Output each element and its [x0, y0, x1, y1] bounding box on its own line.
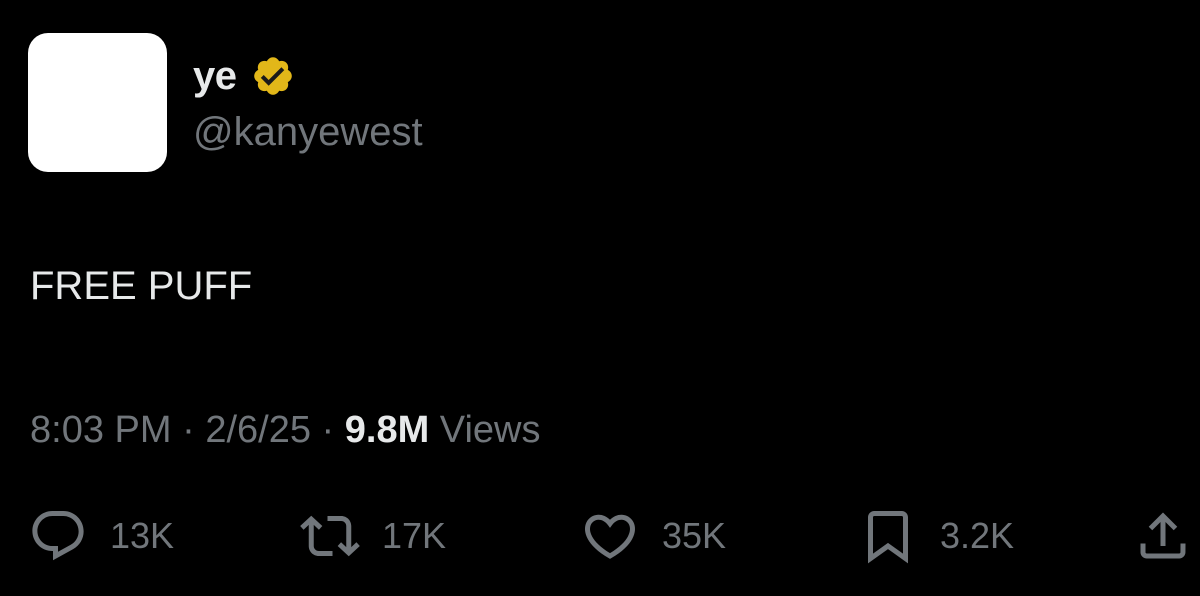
retweet-icon: [300, 515, 360, 557]
like-count: 35K: [662, 515, 727, 556]
meta-separator: ·: [321, 409, 335, 451]
tweet-date[interactable]: 2/6/25: [205, 409, 311, 451]
retweet-count: 17K: [382, 515, 447, 556]
views-count[interactable]: 9.8M: [345, 409, 429, 451]
bookmark-icon: [868, 511, 908, 564]
share-icon: [1140, 512, 1186, 559]
views-label: Views: [439, 409, 541, 451]
share-button[interactable]: [1133, 500, 1193, 572]
tweet: ye @kanyewest FREE PUFF 8:03 PM · 2/6/25…: [0, 0, 1200, 596]
bookmark-button[interactable]: 3.2K: [858, 500, 1014, 572]
like-button[interactable]: 35K: [580, 500, 726, 572]
verified-badge-icon[interactable]: [251, 54, 295, 98]
author-display-name[interactable]: ye: [193, 50, 237, 102]
author-handle[interactable]: @kanyewest: [193, 106, 423, 158]
retweet-button[interactable]: 17K: [300, 500, 446, 572]
avatar[interactable]: [28, 33, 167, 172]
action-bar: 13K 17K 35K 3.2K: [0, 500, 1200, 572]
tweet-time[interactable]: 8:03 PM: [30, 409, 172, 451]
reply-button[interactable]: 13K: [28, 500, 174, 572]
meta-separator: ·: [182, 409, 195, 451]
reply-count: 13K: [110, 515, 175, 556]
tweet-text: FREE PUFF: [30, 264, 253, 308]
author-name-row: ye: [193, 50, 295, 102]
bookmark-count: 3.2K: [940, 515, 1015, 556]
reply-icon: [32, 511, 84, 561]
heart-icon: [584, 514, 636, 559]
tweet-meta: 8:03 PM · 2/6/25 · 9.8M Views: [30, 404, 540, 456]
